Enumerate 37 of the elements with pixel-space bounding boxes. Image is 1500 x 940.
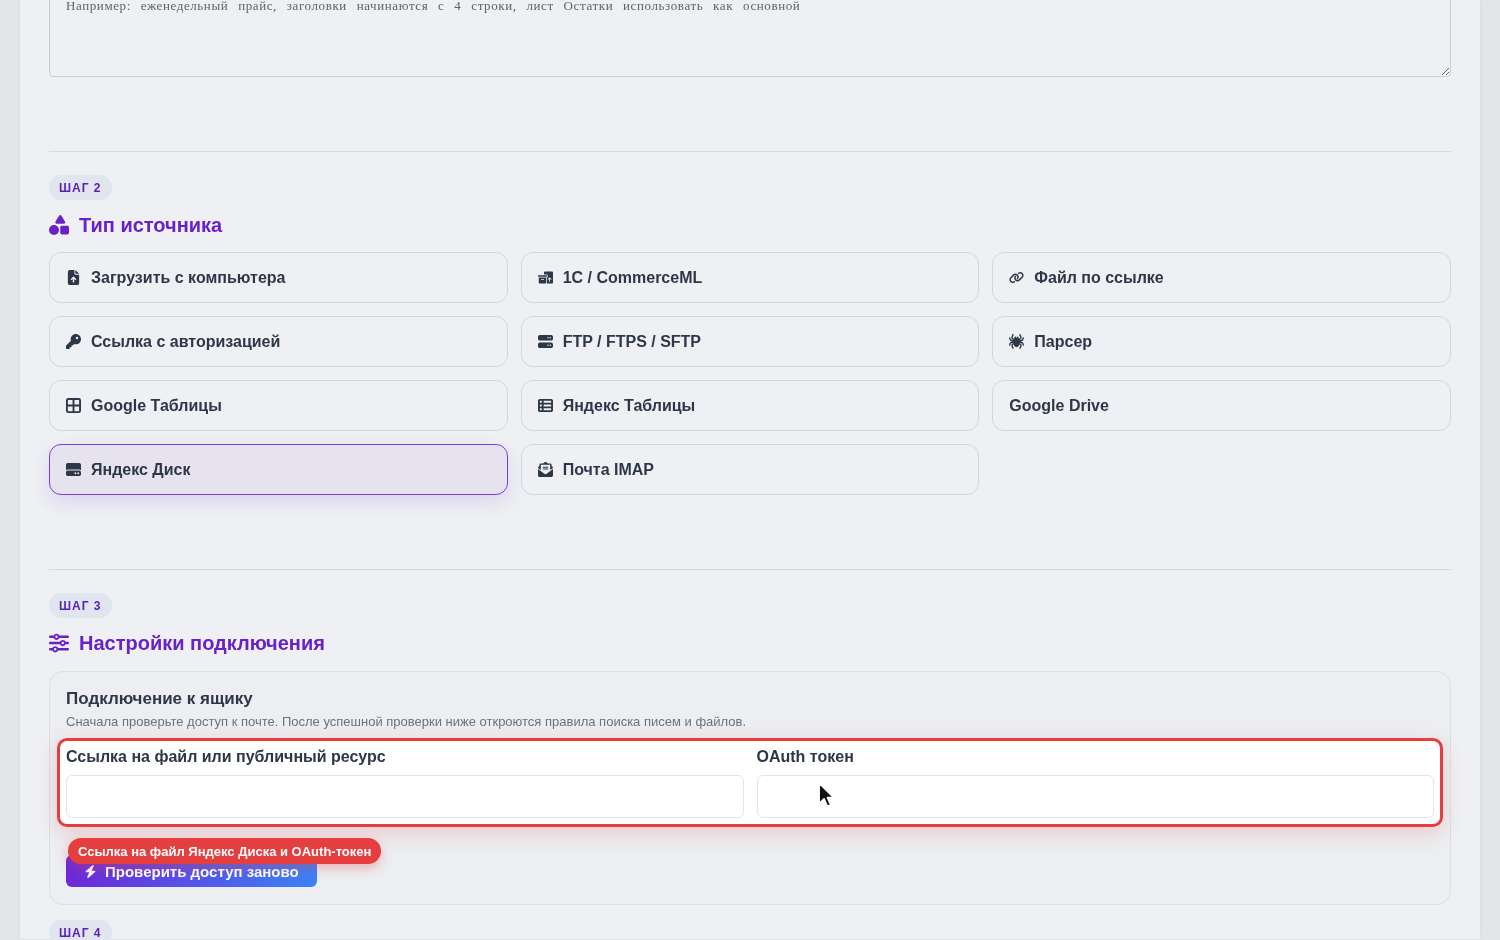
input-field[interactable] (66, 775, 744, 818)
notes-textarea[interactable]: Например: еженедельный прайс, заголовки начинаются с 4 строки, лист Остатки использовать как основной (49, 0, 1451, 77)
list-icon (537, 398, 553, 413)
grid-icon (66, 398, 81, 413)
step-badge: ШАГ 3 (49, 593, 112, 618)
source-option[interactable]: Загрузить с компьютера (49, 252, 508, 303)
source-option[interactable]: 1C / CommerceML (520, 252, 980, 303)
source-option[interactable]: Почта IMAP (520, 444, 980, 495)
shapes-icon (49, 215, 69, 235)
hard-drive-icon (66, 462, 81, 477)
step-badge: ШАГ 4 (49, 920, 112, 940)
file-upload-icon (66, 270, 81, 285)
field-label: Ссылка на файл или публичный ресурс (66, 747, 387, 767)
source-option[interactable]: Ссылка с авторизацией (49, 316, 508, 367)
card-title: Подключение к ящику (66, 688, 254, 710)
link-icon (1009, 270, 1025, 285)
key-icon (66, 334, 81, 349)
source-option[interactable]: Файл по ссылке (992, 252, 1451, 303)
error-tooltip: Ссылка на файл Яндекс Диска и OAuth-токен (68, 838, 382, 864)
source-option[interactable]: Яндекс Таблицы (520, 380, 980, 431)
field-label: OAuth токен (756, 747, 855, 767)
source-option[interactable]: FTP / FTPS / SFTP (520, 316, 980, 367)
server-icon (537, 334, 553, 349)
source-option[interactable]: Google Таблицы (49, 380, 508, 431)
source-option[interactable]: Яндекс Диск (49, 444, 508, 495)
spider-icon (1009, 334, 1025, 349)
step-badge: ШАГ 2 (49, 175, 112, 200)
section-title: Тип источника (79, 213, 223, 237)
card-hint: Сначала проверьте доступ к почте. После успешной проверки ниже откроются правила поиска писем и файлов. (66, 714, 748, 730)
source-option[interactable]: Парсер (992, 316, 1451, 367)
envelope-icon (537, 462, 553, 477)
source-option[interactable]: Google Drive (992, 380, 1451, 431)
sliders-icon (49, 633, 69, 653)
section-title: Настройки подключения (79, 631, 325, 655)
lightning-icon (84, 864, 97, 878)
boxes-icon (537, 270, 553, 285)
input-field[interactable] (756, 775, 1434, 818)
